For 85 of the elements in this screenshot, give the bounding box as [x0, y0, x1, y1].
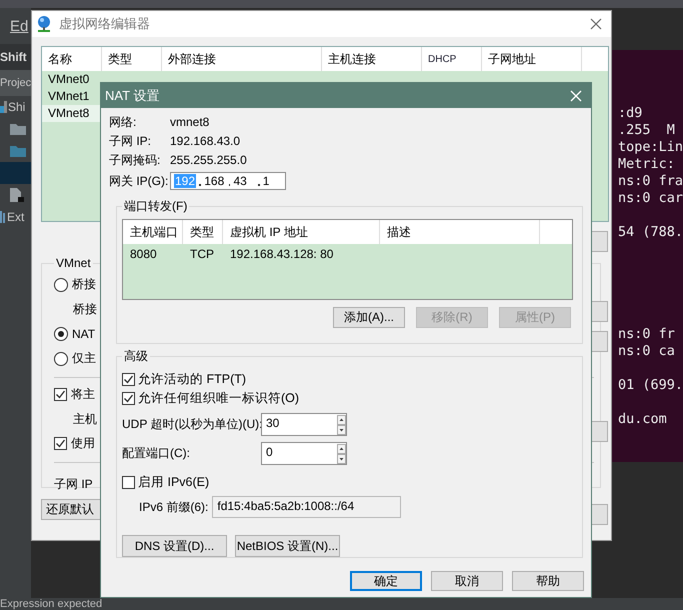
ip-address-field[interactable]: 192 168 43 1 [170, 172, 286, 190]
table-cell-text: 8080 [129, 247, 158, 261]
column-header[interactable]: 虚拟机 IP 地址 [223, 220, 380, 244]
dialog-button[interactable]: 确定 [350, 571, 422, 591]
field-label: 子网 IP: [109, 134, 152, 149]
table-cell-text: 192.168.43.128: 80 [229, 247, 334, 261]
field-label: 网关 IP(G): [109, 174, 168, 188]
terminal-line: .255 M [618, 122, 676, 139]
terminal-line: ns:0 ca [618, 343, 676, 360]
radio-button[interactable] [54, 278, 68, 292]
radio-button[interactable] [54, 326, 68, 340]
field-value: vmnet8 [170, 115, 210, 130]
checkbox-label: 允许活动的 FTP(T) [138, 371, 246, 388]
column-header[interactable]: 类型 [102, 47, 162, 71]
group-title: VMnet [55, 256, 92, 270]
terminal-line: ns:0 fr [618, 326, 676, 343]
number-field[interactable]: 0 [261, 442, 347, 465]
panel-tab[interactable]: Projec [0, 70, 31, 96]
option-label: 桥接 [72, 276, 96, 293]
column-header[interactable]: 名称 [42, 47, 102, 71]
radio-button[interactable] [54, 352, 68, 366]
group-title: 高级 [123, 348, 149, 365]
menu-item[interactable]: Ed [10, 18, 28, 34]
dialog-button[interactable]: NetBIOS 设置(N)... [235, 535, 340, 557]
status-message: Expression expected [0, 598, 683, 610]
terminal-line: ns:0 car [618, 190, 683, 207]
option-label: 仅主 [72, 350, 96, 367]
dialog-button[interactable]: 取消 [431, 571, 503, 591]
tree-item[interactable]: Ext [0, 206, 31, 228]
tree-item[interactable]: Shi [0, 96, 31, 118]
terminal-line: :d9 [618, 105, 644, 122]
field-value: 192.168.43.0 [170, 134, 240, 149]
window-title: 虚拟网络编辑器 [59, 15, 150, 33]
table-cell-text: VMnet0 [47, 71, 90, 88]
folder-icon [10, 123, 26, 135]
terminal-line: du.com [618, 411, 668, 428]
terminal-line: Metric: [618, 156, 676, 173]
group-title: 端口转发(F) [123, 198, 188, 215]
column-header[interactable]: 描述 [380, 220, 540, 244]
dialog-button[interactable]: 帮助 [512, 571, 584, 591]
field-label: 配置端口(C): [122, 445, 191, 462]
field-label: 主机 [73, 410, 97, 428]
column-header[interactable]: DHCP [422, 47, 482, 71]
checkbox[interactable] [54, 437, 67, 450]
terminal-line: ns:0 fra [618, 173, 683, 190]
table-cell-text: TCP [189, 247, 215, 261]
checkbox[interactable] [54, 388, 67, 401]
spin-arrows-icon[interactable] [337, 444, 346, 464]
checkbox-label: 启用 IPv6(E) [138, 474, 210, 490]
project-title: Shift [0, 44, 31, 70]
field-label: UDP 超时(以秒为单位)(U): [122, 416, 261, 433]
checkbox[interactable] [122, 392, 135, 405]
field-label: 子网 IP [54, 476, 93, 492]
field-label: IPv6 前缀(6): [139, 498, 208, 516]
column-header[interactable]: 主机连接 [322, 47, 422, 71]
network-icon [35, 15, 53, 33]
table-cell: VMnet8 [42, 105, 102, 122]
checkbox[interactable] [122, 373, 135, 386]
terminal-line: tope:Lin [618, 139, 683, 156]
column-header[interactable]: 子网地址 [482, 47, 582, 71]
checkbox[interactable] [122, 476, 135, 488]
column-header[interactable]: 类型 [183, 220, 223, 244]
folder-icon [10, 145, 26, 157]
option-label: 将主 [71, 386, 95, 403]
field-value: 255.255.255.0 [170, 153, 247, 168]
file-icon [10, 188, 24, 202]
dialog-button[interactable]: 添加(A)... [333, 307, 405, 328]
terminal-line: 01 (699. [618, 377, 683, 394]
close-icon[interactable] [590, 18, 602, 30]
library-icon [0, 211, 6, 223]
module-icon [0, 101, 7, 113]
dialog-button[interactable]: DNS 设置(D)... [122, 535, 227, 557]
option-label: NAT [72, 326, 96, 340]
number-field[interactable]: 30 [261, 413, 347, 436]
dialog-title: NAT 设置 [105, 86, 160, 104]
column-header[interactable]: 外部连接 [162, 47, 322, 71]
spin-arrows-icon[interactable] [337, 414, 346, 434]
terminal-line: 54 (788. [618, 224, 683, 241]
column-header[interactable]: 主机端口 [123, 220, 183, 244]
field-label: 子网掩码: [109, 153, 160, 168]
option-label: 使用 [71, 435, 95, 452]
field-label: 桥接 [73, 300, 97, 318]
table-cell-text: VMnet1 [47, 88, 90, 105]
field-label: 网络: [109, 115, 136, 130]
checkbox-label: 允许任何组织唯一标识符(O) [138, 390, 300, 407]
